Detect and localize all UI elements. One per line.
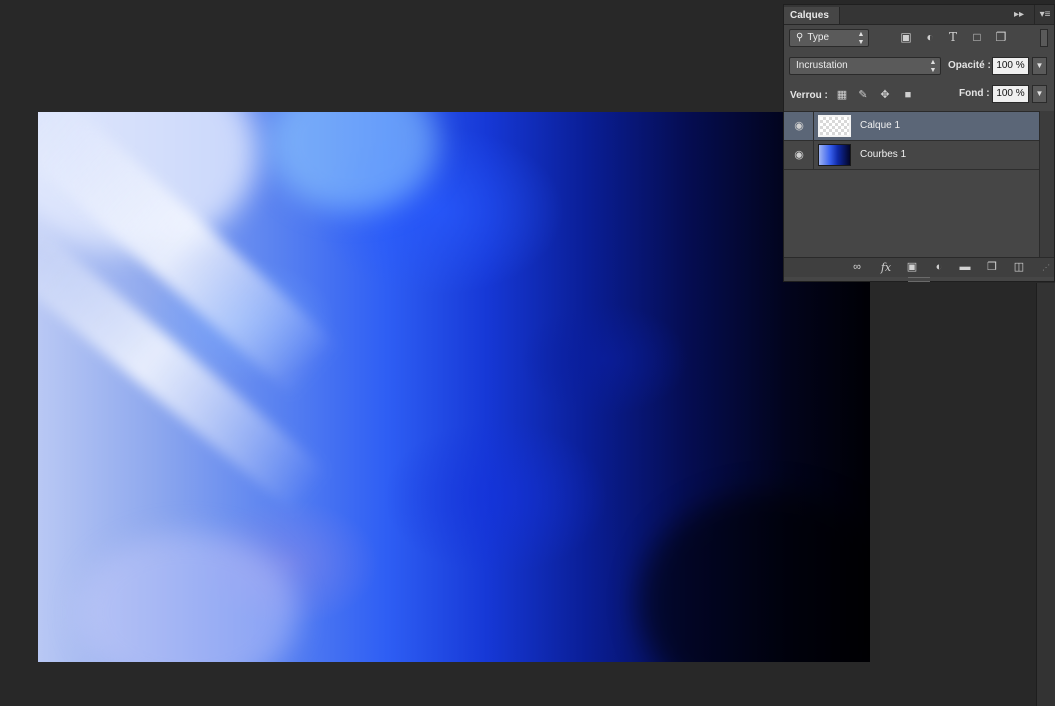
- canvas-highlight: [268, 112, 438, 212]
- link-layers-icon[interactable]: ∞: [849, 261, 865, 274]
- document-canvas[interactable]: [38, 112, 870, 662]
- layer-thumbnail[interactable]: [818, 115, 851, 137]
- layer-list-scrollbar[interactable]: [1039, 111, 1054, 257]
- layers-panel: Calques ▸▸ ▾≡ ⚲ Type ▲ ▼ ▣ ◐ T □ ❐ Incrust…: [783, 4, 1055, 282]
- adjustment-layer-icon[interactable]: ◐: [931, 261, 947, 274]
- blend-mode-select[interactable]: Incrustation ▲ ▼: [789, 57, 941, 75]
- filter-toggle-switch[interactable]: [1040, 29, 1048, 47]
- chevron-updown-icon: ▲ ▼: [929, 59, 937, 74]
- panel-footer: ∞ fx ▣ ◐ ▬ ❐ ◫ ⋰: [784, 257, 1054, 277]
- eye-icon[interactable]: ◉: [792, 119, 806, 133]
- fill-dropdown-button[interactable]: ▼: [1032, 85, 1047, 103]
- new-layer-icon[interactable]: ❐: [984, 261, 1000, 274]
- lock-label: Verrou :: [790, 90, 828, 101]
- lock-transparency-icon[interactable]: ▦: [836, 89, 848, 101]
- divider: [813, 112, 814, 140]
- divider: [813, 141, 814, 169]
- layer-name[interactable]: Courbes 1: [860, 141, 906, 169]
- layer-row-courbes-1[interactable]: ◉ Courbes 1: [784, 141, 1039, 170]
- fx-icon[interactable]: fx: [878, 261, 894, 274]
- shape-filter-icon[interactable]: □: [970, 30, 984, 44]
- canvas-shadow: [638, 492, 870, 662]
- opacity-input[interactable]: 100 %: [992, 57, 1029, 75]
- search-icon: ⚲: [796, 32, 804, 43]
- fill-label: Fond :: [959, 88, 990, 99]
- mask-icon[interactable]: ▣: [904, 261, 920, 274]
- panel-resize-grip[interactable]: [908, 277, 930, 282]
- panel-menu-icon[interactable]: ▾≡: [1034, 5, 1055, 24]
- smart-object-filter-icon[interactable]: ❐: [994, 30, 1008, 44]
- layer-list: ◉ Calque 1 ◉ Courbes 1: [784, 111, 1039, 258]
- adjustment-filter-icon[interactable]: ◐: [923, 30, 937, 44]
- layer-name[interactable]: Calque 1: [860, 112, 900, 140]
- image-filter-icon[interactable]: ▣: [899, 30, 913, 44]
- tab-calques[interactable]: Calques: [784, 7, 840, 24]
- layer-thumbnail[interactable]: [818, 144, 851, 166]
- panel-tab-bar: Calques ▸▸ ▾≡: [784, 5, 1054, 25]
- resize-corner-icon[interactable]: ⋰: [1038, 261, 1054, 274]
- folder-icon[interactable]: ▬: [957, 261, 973, 274]
- opacity-label: Opacité :: [948, 60, 991, 71]
- type-filter-icon[interactable]: T: [946, 30, 960, 44]
- canvas-highlight: [78, 532, 298, 662]
- vertical-scrollbar[interactable]: [1036, 283, 1055, 706]
- filter-kind-select[interactable]: ⚲ Type ▲ ▼: [789, 29, 869, 47]
- layer-row-calque-1[interactable]: ◉ Calque 1: [784, 112, 1039, 141]
- lock-position-icon[interactable]: ✥: [879, 89, 891, 101]
- double-chevron-right-icon[interactable]: ▸▸: [1012, 8, 1026, 21]
- trash-icon[interactable]: ◫: [1011, 261, 1027, 274]
- filter-kind-label: Type: [807, 32, 830, 43]
- fill-input[interactable]: 100 %: [992, 85, 1029, 103]
- opacity-dropdown-button[interactable]: ▼: [1032, 57, 1047, 75]
- lock-all-icon[interactable]: ■: [902, 89, 914, 101]
- lock-pixels-icon[interactable]: ✎: [857, 89, 869, 101]
- blend-mode-label: Incrustation: [796, 60, 848, 71]
- eye-icon[interactable]: ◉: [792, 148, 806, 162]
- chevron-updown-icon: ▲ ▼: [857, 31, 865, 46]
